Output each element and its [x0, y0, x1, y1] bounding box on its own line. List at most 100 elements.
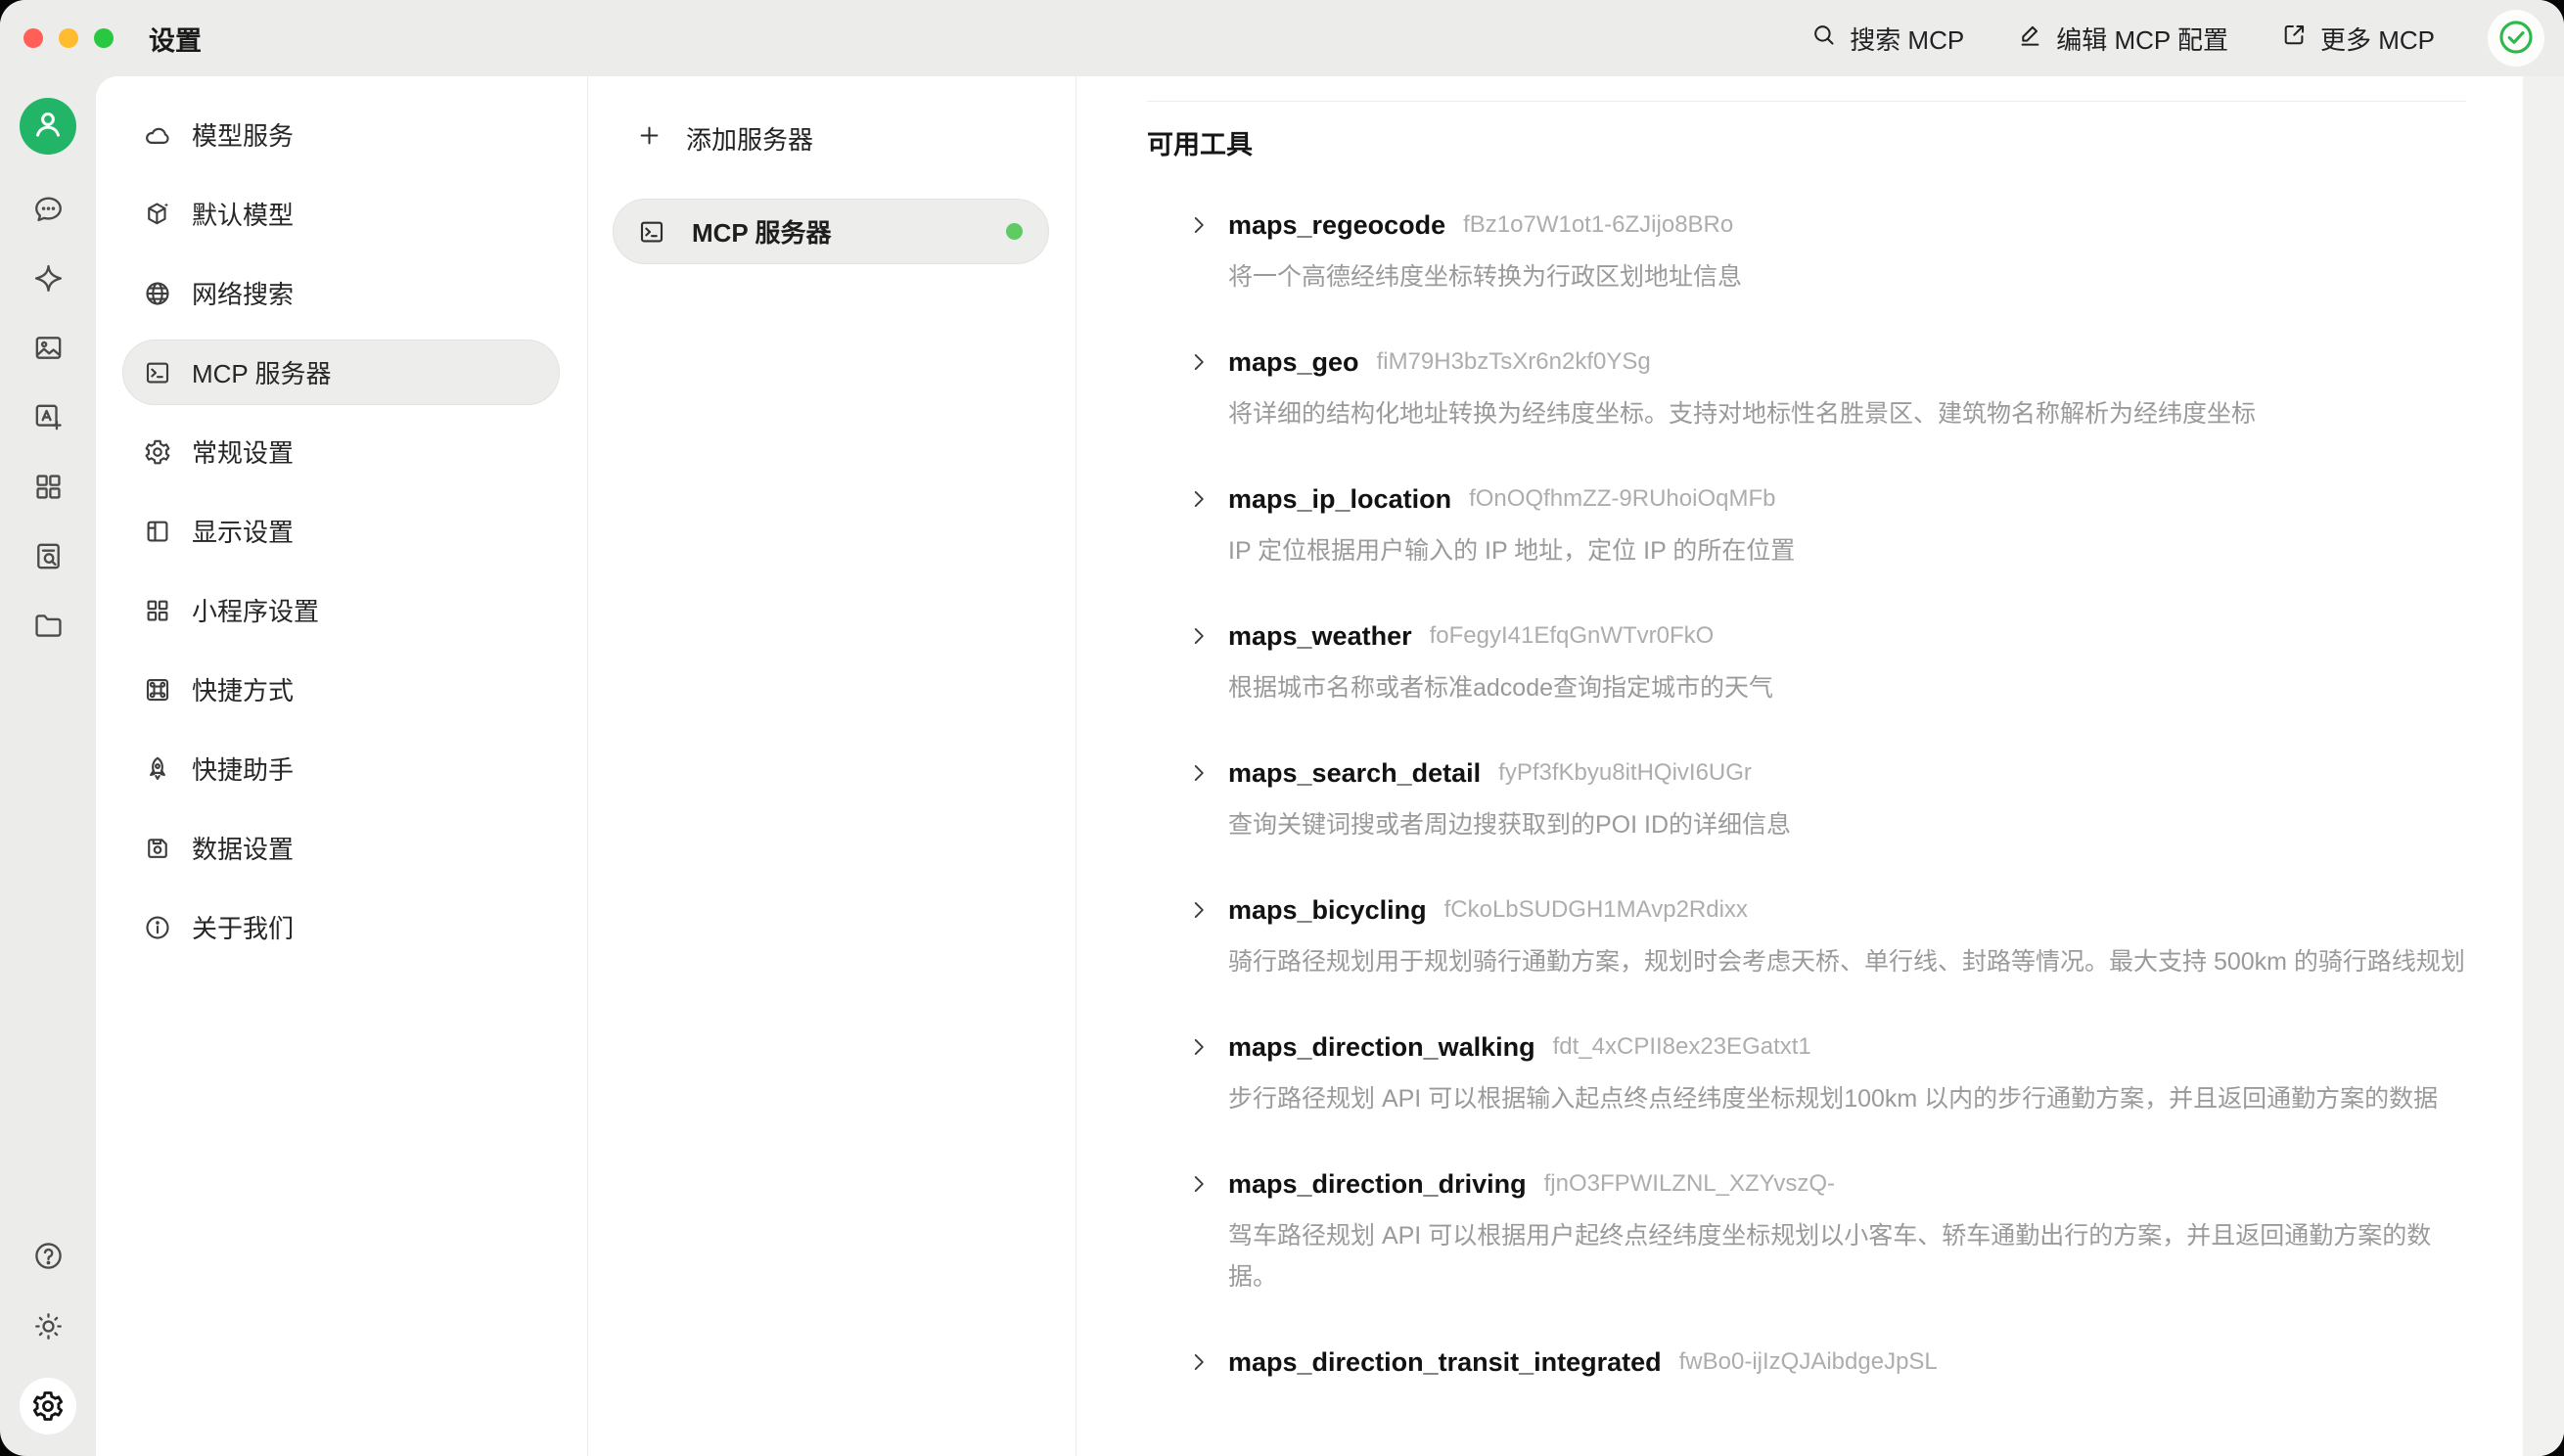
- chevron-right-icon[interactable]: [1186, 212, 1212, 238]
- search-icon: [1810, 22, 1837, 55]
- chevron-right-icon[interactable]: [1186, 486, 1212, 512]
- tool-name: maps_geo: [1228, 347, 1359, 378]
- app-icon-rail: [0, 76, 96, 1456]
- globe-icon: [143, 279, 172, 308]
- folder-icon[interactable]: [29, 607, 67, 644]
- tool-id: fdt_4xCPII8ex23EGatxt1: [1553, 1033, 1811, 1061]
- command-key-icon: [143, 675, 172, 705]
- tool-id: fOnOQfhmZZ-9RUhoiOqMFb: [1469, 485, 1775, 513]
- sidebar-item-label: 常规设置: [192, 433, 294, 470]
- tool-description: IP 定位根据用户输入的 IP 地址，定位 IP 的所在位置: [1228, 530, 2466, 571]
- tool-description: 将一个高德经纬度坐标转换为行政区划地址信息: [1228, 256, 2466, 297]
- sidebar-item-about-us[interactable]: 关于我们: [122, 894, 560, 960]
- more-mcp-label: 更多 MCP: [2320, 21, 2435, 57]
- tool-name: maps_search_detail: [1228, 758, 1481, 789]
- gear-icon: [143, 437, 172, 467]
- sidebar-item-display-settings[interactable]: 显示设置: [122, 498, 560, 564]
- chevron-right-icon[interactable]: [1186, 897, 1212, 923]
- tool-item: maps_regeocode fBz1o7W1ot1-6ZJijo8BRo 将一…: [1147, 205, 2466, 297]
- sidebar-item-miniprogram-settings[interactable]: 小程序设置: [122, 577, 560, 643]
- sidebar-item-data-settings[interactable]: 数据设置: [122, 815, 560, 881]
- tool-expand-row[interactable]: maps_bicycling fCkoLbSUDGH1MAvp2Rdixx: [1147, 890, 2466, 930]
- chevron-right-icon[interactable]: [1186, 1034, 1212, 1060]
- miniprogram-grid-icon: [143, 596, 172, 625]
- available-tools-title: 可用工具: [1147, 123, 2466, 159]
- sidebar-item-label: 小程序设置: [192, 592, 319, 628]
- window-content: 模型服务 默认模型 网络搜索 MCP 服务器 常规设置: [0, 76, 2564, 1456]
- theme-sun-icon[interactable]: [29, 1307, 67, 1344]
- sidebar-item-quick-assistant[interactable]: 快捷助手: [122, 736, 560, 801]
- apps-grid-icon[interactable]: [29, 468, 67, 505]
- tool-item: maps_bicycling fCkoLbSUDGH1MAvp2Rdixx 骑行…: [1147, 890, 2466, 982]
- server-item-mcp[interactable]: MCP 服务器: [613, 199, 1049, 264]
- document-search-icon[interactable]: [29, 537, 67, 574]
- server-detail-main: 可用工具 maps_regeocode fBz1o7W1ot1-6ZJijo8B…: [1076, 76, 2564, 1456]
- chevron-right-icon[interactable]: [1186, 1171, 1212, 1197]
- tool-description: 查询关键词搜或者周边搜获取到的POI ID的详细信息: [1228, 804, 2466, 845]
- image-icon[interactable]: [29, 329, 67, 366]
- settings-gear-button[interactable]: [20, 1378, 76, 1434]
- search-mcp-label: 搜索 MCP: [1850, 21, 1964, 57]
- tool-expand-row[interactable]: maps_weather foFegyI41EfqGnWTvr0FkO: [1147, 616, 2466, 656]
- tool-expand-row[interactable]: maps_search_detail fyPf3fKbyu8itHQivI6UG…: [1147, 753, 2466, 793]
- tool-item: maps_weather foFegyI41EfqGnWTvr0FkO 根据城市…: [1147, 616, 2466, 708]
- terminal-icon: [143, 358, 172, 387]
- tool-expand-row[interactable]: maps_ip_location fOnOQfhmZZ-9RUhoiOqMFb: [1147, 479, 2466, 519]
- translate-icon[interactable]: [29, 398, 67, 435]
- search-mcp-button[interactable]: 搜索 MCP: [1810, 21, 1964, 57]
- sidebar-item-web-search[interactable]: 网络搜索: [122, 260, 560, 326]
- section-divider: [1147, 101, 2466, 102]
- server-active-toggle[interactable]: [2488, 10, 2544, 67]
- help-icon[interactable]: [29, 1237, 67, 1274]
- chevron-right-icon[interactable]: [1186, 349, 1212, 375]
- tool-item: maps_direction_transit_integrated fwBo0-…: [1147, 1342, 2466, 1382]
- minimize-window-button[interactable]: [59, 28, 78, 48]
- package-sparkle-icon: [143, 200, 172, 229]
- chevron-right-icon[interactable]: [1186, 1349, 1212, 1375]
- titlebar-actions: 搜索 MCP 编辑 MCP 配置 更多 MCP: [1810, 10, 2544, 67]
- sidebar-item-label: 快捷方式: [192, 671, 294, 707]
- tool-item: maps_search_detail fyPf3fKbyu8itHQivI6UG…: [1147, 753, 2466, 845]
- sidebar-item-label: 快捷助手: [192, 751, 294, 787]
- plus-icon: [636, 122, 663, 156]
- avatar[interactable]: [20, 98, 76, 155]
- scrollbar-track[interactable]: [2523, 76, 2564, 1456]
- tool-item: maps_ip_location fOnOQfhmZZ-9RUhoiOqMFb …: [1147, 479, 2466, 571]
- tool-description: 根据城市名称或者标准adcode查询指定城市的天气: [1228, 667, 2466, 708]
- tool-expand-row[interactable]: maps_direction_transit_integrated fwBo0-…: [1147, 1342, 2466, 1382]
- more-mcp-button[interactable]: 更多 MCP: [2281, 21, 2435, 57]
- tool-name: maps_weather: [1228, 621, 1412, 652]
- rail-bottom: [20, 1237, 76, 1434]
- tool-name: maps_ip_location: [1228, 484, 1451, 515]
- sidebar-item-mcp-servers[interactable]: MCP 服务器: [122, 340, 560, 405]
- sidebar-item-default-models[interactable]: 默认模型: [122, 181, 560, 247]
- tool-expand-row[interactable]: maps_direction_driving fjnO3FPWILZNL_XZY…: [1147, 1164, 2466, 1204]
- chevron-right-icon[interactable]: [1186, 760, 1212, 786]
- save-disk-icon: [143, 834, 172, 863]
- edit-mcp-config-button[interactable]: 编辑 MCP 配置: [2017, 21, 2228, 57]
- zoom-window-button[interactable]: [94, 28, 114, 48]
- sparkle-assistant-icon[interactable]: [29, 259, 67, 296]
- tool-id: fyPf3fKbyu8itHQivI6UGr: [1498, 759, 1752, 787]
- sidebar-item-shortcuts[interactable]: 快捷方式: [122, 657, 560, 722]
- tool-description: 步行路径规划 API 可以根据输入起点终点经纬度坐标规划100km 以内的步行通…: [1228, 1078, 2466, 1119]
- chevron-right-icon[interactable]: [1186, 623, 1212, 649]
- close-window-button[interactable]: [23, 28, 43, 48]
- sidebar-item-model-services[interactable]: 模型服务: [122, 102, 560, 167]
- server-name: MCP 服务器: [692, 213, 832, 250]
- tool-item: maps_direction_driving fjnO3FPWILZNL_XZY…: [1147, 1164, 2466, 1297]
- sidebar-item-general-settings[interactable]: 常规设置: [122, 419, 560, 484]
- window-title: 设置: [149, 20, 202, 58]
- server-status-dot: [1006, 223, 1023, 240]
- edit-mcp-config-label: 编辑 MCP 配置: [2056, 21, 2228, 57]
- chat-icon[interactable]: [29, 190, 67, 227]
- settings-window: 设置 搜索 MCP 编辑 MCP 配置 更多 MCP: [0, 0, 2564, 1456]
- tool-expand-row[interactable]: maps_geo fiM79H3bzTsXr6n2kf0YSg: [1147, 342, 2466, 382]
- tool-expand-row[interactable]: maps_direction_walking fdt_4xCPII8ex23EG…: [1147, 1027, 2466, 1067]
- user-icon: [29, 106, 67, 148]
- tool-expand-row[interactable]: maps_regeocode fBz1o7W1ot1-6ZJijo8BRo: [1147, 205, 2466, 245]
- add-server-button[interactable]: 添加服务器: [613, 106, 1049, 171]
- tool-description: 骑行路径规划用于规划骑行通勤方案，规划时会考虑天桥、单行线、封路等情况。最大支持…: [1228, 941, 2466, 982]
- sidebar-item-label: 默认模型: [192, 196, 294, 232]
- tools-list: maps_regeocode fBz1o7W1ot1-6ZJijo8BRo 将一…: [1147, 205, 2466, 1382]
